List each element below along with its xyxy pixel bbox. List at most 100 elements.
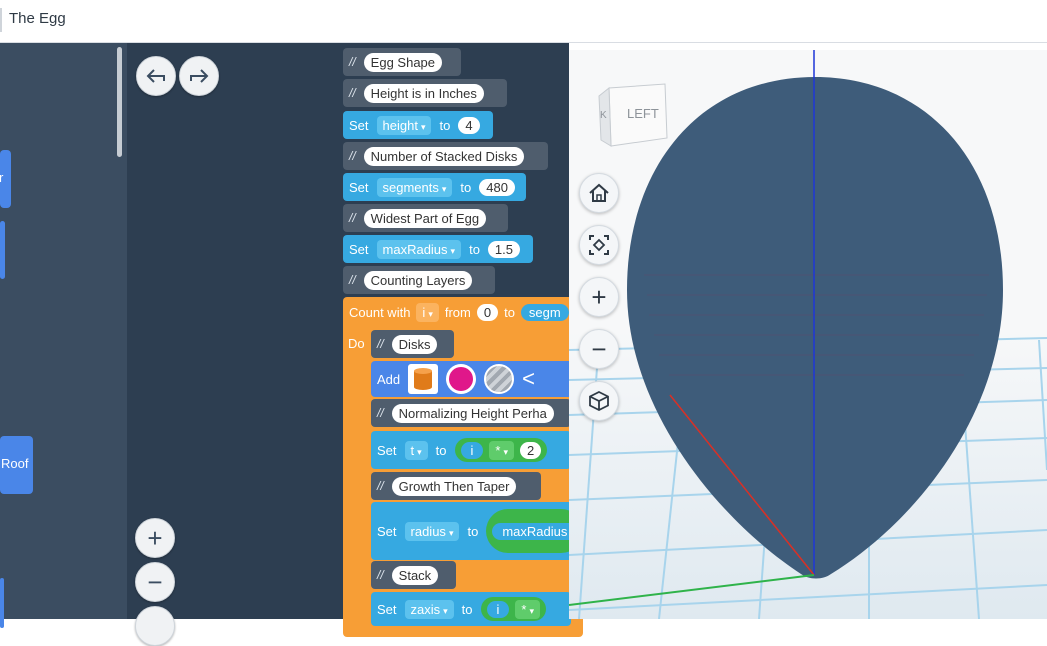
workspace-zoom-in-button[interactable]: +	[135, 518, 175, 558]
comment-mark: //	[377, 406, 384, 420]
operator: *	[521, 601, 527, 617]
cylinder-shape-picker[interactable]	[408, 364, 439, 394]
variable-name: segments	[382, 179, 439, 195]
comment-block-egg-shape[interactable]: // Egg Shape	[343, 48, 461, 76]
to-label: to	[504, 304, 515, 320]
toolbox-scrollbar[interactable]	[117, 47, 122, 157]
dropdown-arrow-icon: ▾	[443, 605, 448, 616]
variable-dropdown[interactable]: height ▾	[376, 115, 432, 135]
number-input[interactable]: 1.5	[487, 240, 520, 258]
comment-mark: //	[349, 86, 356, 100]
variable-name: height	[382, 117, 418, 133]
comment-text[interactable]: Egg Shape	[363, 52, 443, 72]
variable-name: zaxis	[410, 601, 441, 617]
variable-dropdown[interactable]: radius ▾	[404, 521, 460, 541]
perspective-icon	[589, 390, 609, 412]
comment-block-growth[interactable]: // Growth Then Taper	[371, 472, 541, 500]
title-bar-edge	[0, 8, 2, 32]
hole-toggle-icon[interactable]	[484, 364, 515, 394]
expression-variable[interactable]: i	[486, 600, 510, 618]
variable-dropdown[interactable]: zaxis ▾	[404, 599, 454, 619]
comment-text[interactable]: Widest Part of Egg	[363, 208, 487, 228]
add-shape-block[interactable]: Add <	[371, 361, 581, 397]
comment-block-widest-part[interactable]: // Widest Part of Egg	[343, 204, 508, 232]
count-with-header[interactable]: Count with i ▾ from 0 to segm	[343, 298, 583, 326]
workspace-reset-button[interactable]	[135, 606, 175, 646]
to-keyword: to	[469, 241, 480, 257]
set-height-block[interactable]: Set height ▾ to 4	[343, 111, 493, 139]
do-label: Do	[348, 336, 365, 351]
collapse-chevron-icon[interactable]: <	[522, 366, 535, 392]
comment-mark: //	[377, 568, 384, 582]
operator-dropdown[interactable]: * ▾	[489, 440, 514, 460]
set-segments-block[interactable]: Set segments ▾ to 480	[343, 173, 526, 201]
set-keyword: Set	[377, 601, 397, 617]
number-input[interactable]: 2	[520, 441, 542, 459]
count-with-label: Count with	[349, 304, 411, 320]
dropdown-arrow-icon: ▾	[503, 446, 508, 457]
comment-block-height-inches[interactable]: // Height is in Inches	[343, 79, 507, 107]
window-title: The Egg	[9, 10, 66, 27]
math-expression[interactable]: i * ▾ 2	[454, 438, 548, 462]
comment-mark: //	[349, 273, 356, 287]
view-cube[interactable]: LEFT K	[597, 80, 671, 152]
comment-text[interactable]: Counting Layers	[363, 270, 473, 290]
workspace-zoom-out-button[interactable]: −	[135, 562, 175, 602]
comment-block-counting-layers[interactable]: // Counting Layers	[343, 266, 495, 294]
comment-block-disks[interactable]: // Disks	[371, 330, 454, 358]
to-keyword: to	[461, 601, 473, 617]
to-keyword: to	[460, 179, 472, 195]
from-label: from	[444, 304, 471, 320]
block-toolbox: r Roof	[0, 43, 127, 628]
number-input[interactable]: 480	[479, 178, 515, 196]
set-maxradius-block[interactable]: Set maxRadius ▾ to 1.5	[343, 235, 533, 263]
3d-viewport[interactable]: LEFT K + −	[569, 50, 1047, 619]
dropdown-arrow-icon: ▾	[428, 308, 433, 319]
variable-dropdown[interactable]: segments ▾	[376, 177, 453, 197]
comment-text[interactable]: Disks	[391, 334, 438, 354]
viewport-zoom-in-button[interactable]: +	[579, 277, 619, 317]
toolbox-block-4[interactable]	[0, 578, 4, 628]
zoom-out-icon: −	[147, 566, 163, 597]
from-input[interactable]: 0	[476, 303, 499, 321]
number-input[interactable]: 4	[458, 116, 480, 134]
set-t-block[interactable]: Set t ▾ to i * ▾ 2	[371, 431, 571, 469]
comment-text[interactable]: Stack	[391, 565, 439, 585]
comment-text[interactable]: Growth Then Taper	[391, 476, 517, 496]
undo-button[interactable]	[136, 56, 176, 96]
dropdown-arrow-icon: ▾	[441, 183, 447, 194]
fit-view-button[interactable]	[579, 225, 619, 265]
operator-dropdown[interactable]: * ▾	[515, 599, 540, 619]
comment-mark: //	[349, 211, 356, 225]
set-radius-block[interactable]: Set radius ▾ to maxRadius	[371, 502, 584, 560]
math-expression[interactable]: i * ▾	[480, 597, 546, 621]
cylinder-icon	[414, 368, 433, 390]
home-view-button[interactable]	[579, 173, 619, 213]
comment-block-normalizing[interactable]: // Normalizing Height Perha	[371, 399, 571, 427]
magenta-swatch-icon	[449, 367, 474, 391]
undo-icon	[146, 69, 165, 83]
toolbox-block-1[interactable]: r	[0, 150, 11, 208]
to-value[interactable]: segm	[520, 303, 569, 321]
toolbox-block-2[interactable]	[0, 221, 5, 279]
comment-block-stack[interactable]: // Stack	[371, 561, 456, 589]
variable-name: radius	[410, 523, 446, 539]
comment-text[interactable]: Height is in Inches	[363, 83, 484, 103]
set-keyword: Set	[349, 179, 369, 195]
variable-dropdown[interactable]: maxRadius ▾	[376, 239, 462, 259]
redo-button[interactable]	[179, 56, 219, 96]
set-zaxis-block[interactable]: Set zaxis ▾ to i * ▾	[371, 592, 571, 626]
variable-dropdown[interactable]: t ▾	[404, 440, 428, 460]
toolbox-block-roof[interactable]: Roof	[0, 436, 33, 494]
comment-text[interactable]: Normalizing Height Perha	[391, 403, 554, 423]
loop-variable-dropdown[interactable]: i ▾	[416, 302, 439, 322]
perspective-toggle-button[interactable]	[579, 381, 619, 421]
comment-text[interactable]: Number of Stacked Disks	[363, 146, 525, 166]
toolbox-block-roof-label: Roof	[1, 456, 29, 471]
comment-block-stacked-disks[interactable]: // Number of Stacked Disks	[343, 142, 548, 170]
zoom-in-icon: +	[591, 281, 607, 312]
expression-variable[interactable]: i	[460, 441, 484, 459]
color-picker[interactable]	[446, 364, 477, 394]
viewport-zoom-out-button[interactable]: −	[579, 329, 619, 369]
expression-variable[interactable]: maxRadius	[492, 522, 578, 540]
